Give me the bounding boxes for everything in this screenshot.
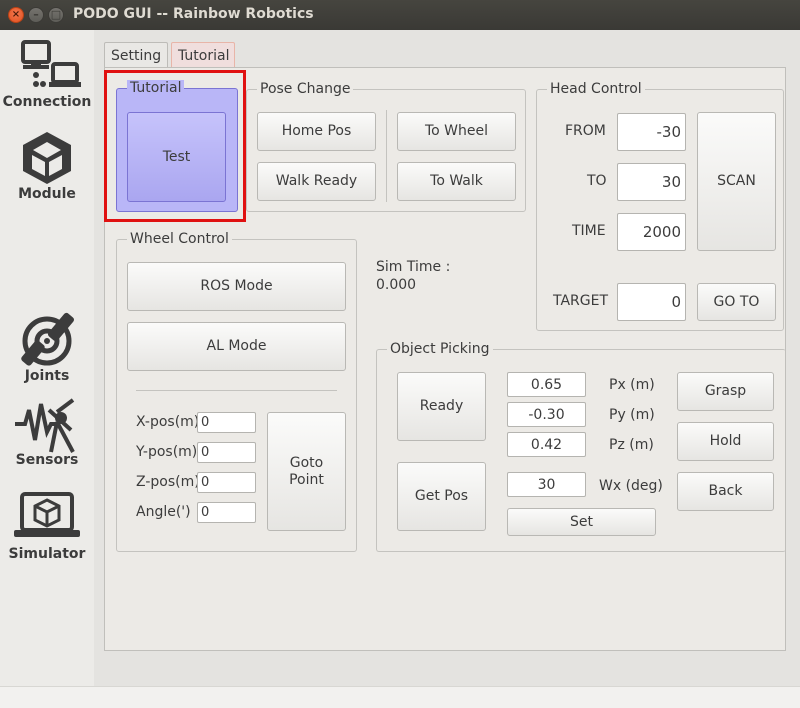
set-button[interactable]: Set	[507, 508, 656, 536]
wheel-divider	[136, 390, 337, 391]
ros-mode-button[interactable]: ROS Mode	[127, 262, 346, 311]
goto-button[interactable]: GO TO	[697, 283, 776, 321]
scan-button[interactable]: SCAN	[697, 112, 776, 251]
time-label: TIME	[572, 223, 606, 239]
x-pos-label: X-pos(m)	[136, 414, 200, 430]
sidebar-label-simulator: Simulator	[8, 546, 86, 562]
connection-icon	[21, 40, 81, 87]
sidebar-label-sensors: Sensors	[15, 452, 79, 468]
sidebar-item-connection[interactable]: Connection	[0, 38, 94, 110]
to-label: TO	[587, 173, 607, 189]
back-button[interactable]: Back	[677, 472, 774, 511]
object-picking-title: Object Picking	[387, 341, 493, 357]
hold-button[interactable]: Hold	[677, 422, 774, 461]
sensors-icon	[15, 398, 75, 453]
close-icon: ×	[11, 9, 21, 20]
grasp-button[interactable]: Grasp	[677, 372, 774, 411]
sidebar-item-module[interactable]: Module	[0, 130, 94, 202]
target-label: TARGET	[553, 293, 609, 309]
px-label: Px (m)	[609, 377, 655, 393]
to-wheel-button[interactable]: To Wheel	[397, 112, 516, 151]
ready-button[interactable]: Ready	[397, 372, 486, 441]
py-field[interactable]: -0.30	[507, 402, 586, 427]
angle-field[interactable]: 0	[197, 502, 256, 523]
sidebar-label-connection: Connection	[2, 94, 92, 110]
minimize-window-button[interactable]: –	[28, 7, 44, 23]
window-title: PODO GUI -- Rainbow Robotics	[73, 6, 314, 22]
close-window-button[interactable]: ×	[8, 7, 24, 23]
maximize-icon: □	[50, 8, 62, 21]
z-pos-label: Z-pos(m)	[136, 474, 200, 490]
al-mode-button[interactable]: AL Mode	[127, 322, 346, 371]
sidebar-item-simulator[interactable]: Simulator	[0, 490, 94, 562]
z-pos-field[interactable]: 0	[197, 472, 256, 493]
sim-time-label: Sim Time :	[376, 259, 451, 275]
sidebar-label-joints: Joints	[24, 368, 70, 384]
goto-point-button[interactable]: Goto Point	[267, 412, 346, 531]
sidebar: Connection Module Joints Sensors Simulat…	[0, 30, 94, 686]
maximize-window-button[interactable]: □	[48, 7, 64, 23]
joints-icon	[21, 312, 75, 366]
head-to-field[interactable]: 30	[617, 163, 686, 201]
angle-label: Angle(')	[136, 504, 191, 520]
wx-field[interactable]: 30	[507, 472, 586, 497]
sidebar-item-joints[interactable]: Joints	[0, 310, 94, 384]
module-icon	[23, 132, 71, 184]
from-label: FROM	[565, 123, 606, 139]
px-field[interactable]: 0.65	[507, 372, 586, 397]
walk-ready-button[interactable]: Walk Ready	[257, 162, 376, 201]
to-walk-button[interactable]: To Walk	[397, 162, 516, 201]
get-pos-button[interactable]: Get Pos	[397, 462, 486, 531]
y-pos-label: Y-pos(m)	[136, 444, 198, 460]
pz-field[interactable]: 0.42	[507, 432, 586, 457]
y-pos-field[interactable]: 0	[197, 442, 256, 463]
sidebar-label-module: Module	[18, 186, 76, 202]
pz-label: Pz (m)	[609, 437, 654, 453]
tab-setting[interactable]: Setting	[104, 42, 168, 68]
pose-divider	[386, 110, 387, 202]
sim-time-value: 0.000	[376, 277, 417, 293]
head-from-field[interactable]: -30	[617, 113, 686, 151]
head-time-field[interactable]: 2000	[617, 213, 686, 251]
title-bar: × – □ PODO GUI -- Rainbow Robotics	[0, 0, 800, 30]
simulator-icon	[14, 492, 80, 537]
minimize-icon: –	[33, 8, 39, 21]
highlight-box	[104, 70, 246, 222]
head-control-title: Head Control	[547, 81, 645, 97]
wheel-control-title: Wheel Control	[127, 231, 232, 247]
home-pos-button[interactable]: Home Pos	[257, 112, 376, 151]
wx-label: Wx (deg)	[599, 478, 663, 494]
tab-tutorial[interactable]: Tutorial	[171, 42, 235, 68]
status-strip	[0, 686, 800, 708]
pose-change-title: Pose Change	[257, 81, 354, 97]
head-target-field[interactable]: 0	[617, 283, 686, 321]
x-pos-field[interactable]: 0	[197, 412, 256, 433]
py-label: Py (m)	[609, 407, 655, 423]
sidebar-item-sensors[interactable]: Sensors	[0, 396, 94, 468]
